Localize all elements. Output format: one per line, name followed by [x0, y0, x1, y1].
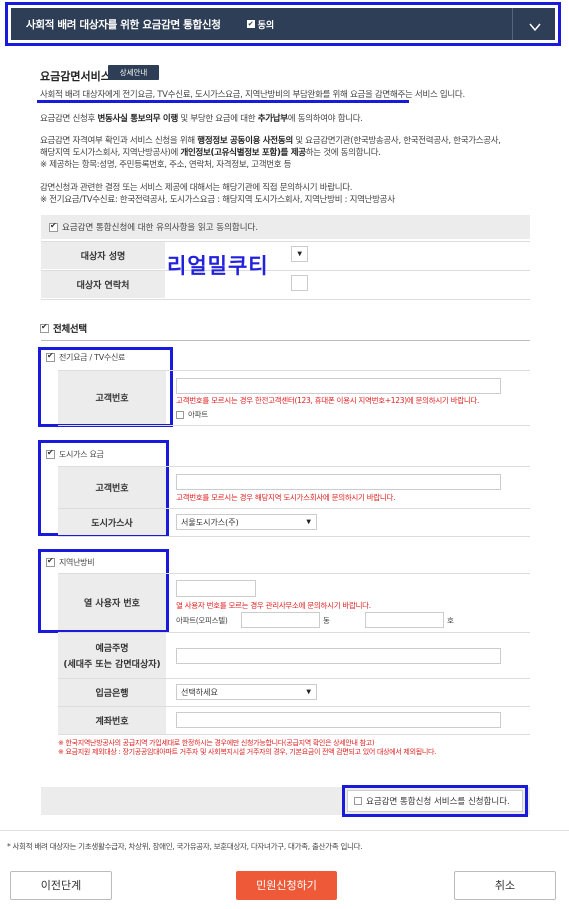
service-desc-1: 사회적 배려 대상자에게 전기요금, TV수신료, 도시가스요금, 지역난방비의… — [40, 90, 465, 100]
gas-customer-no-input[interactable] — [176, 474, 501, 490]
target-name-label: 대상자 성명 — [41, 242, 165, 269]
electric-apartment-row[interactable]: 아파트 — [176, 409, 208, 420]
desc-underline-highlight — [37, 100, 409, 103]
select-all-label: 전체선택 — [53, 324, 87, 335]
apply-label: 요금감면 통합신청 서비스를 신청합니다. — [366, 797, 510, 807]
service-desc-2: 요금감면 신청후 변동사실 통보의무 이행 및 부당한 요금에 대한 추가납부에… — [40, 114, 363, 124]
depositor-label: 예금주명 (세대주 또는 감면대상자) — [58, 633, 166, 678]
divider — [58, 536, 530, 537]
heating-user-no-label: 열 사용자 번호 — [58, 574, 166, 630]
gas-company-select[interactable]: 서울도시가스(주) — [176, 514, 317, 530]
depositor-input[interactable] — [176, 648, 501, 664]
divider — [41, 340, 530, 341]
heating-apt-label: 아파트(오피스텔) — [176, 616, 228, 625]
apartment-checkbox[interactable] — [176, 410, 184, 419]
footnote: * 사회적 배려 대상자는 기초생활수급자, 차상위, 장애인, 국가유공자, … — [7, 842, 363, 851]
header-agree-label: 동의 — [257, 20, 275, 31]
page-title: 사회적 배려 대상자를 위한 요금감면 통합신청 — [26, 18, 221, 31]
heating-section-label: 지역난방비 — [59, 558, 95, 567]
electric-section-label: 전기요금 / TV수신료 — [59, 353, 126, 362]
target-contact-input[interactable] — [291, 275, 308, 291]
heating-note-2: ※ 요금지원 제외대상 : 장기공공임대아파트 거주자 및 사회복지시설 거주자… — [58, 748, 437, 756]
gas-customer-no-label: 고객번호 — [58, 467, 166, 508]
header-agree-checkbox[interactable]: ✔ 동의 — [246, 18, 275, 31]
electric-section-row[interactable]: 전기요금 / TV수신료 — [46, 351, 126, 363]
electric-hint: 고객번호를 모르시는 경우 한전고객센터(123, 휴대폰 이용시 지역번호+1… — [176, 396, 480, 405]
header-divider — [512, 8, 513, 40]
heating-ho-label: 호 — [447, 616, 454, 625]
cancel-button[interactable]: 취소 — [454, 871, 556, 900]
service-desc-4-line2: ※ 전기요금/TV수신료: 한국전력공사, 도시가스요금 : 해당지역 도시가스… — [40, 195, 395, 205]
heating-ho-input[interactable] — [365, 612, 444, 628]
service-title: 요금감면서비스 — [40, 70, 111, 83]
electric-checkbox[interactable] — [46, 351, 55, 362]
account-label: 계좌번호 — [58, 707, 166, 734]
service-desc-3-line1: 요금감면 자격여부 확인과 서비스 신청을 위해 행정정보 공동이용 사전동의 … — [40, 136, 501, 146]
heating-hint: 열 사용자 번호를 모르는 경우 관리사무소에 문의하시기 바랍니다. — [176, 601, 371, 610]
target-contact-label: 대상자 연락처 — [41, 271, 165, 298]
consent-label: 요금감면 통합신청에 대한 유의사항을 읽고 동의합니다. — [62, 223, 259, 233]
gas-hint: 고객번호를 모르시는 경우 해당지역 도시가스회사에 문의하시기 바랍니다. — [176, 493, 396, 502]
depositor-label-line2: (세대주 또는 감면대상자) — [63, 660, 161, 670]
electric-customer-no-input[interactable] — [176, 378, 501, 394]
service-desc-4-line1: 감면신청과 관련한 결정 또는 서비스 제공에 대해서는 해당기관에 직접 문의… — [40, 183, 353, 193]
bank-select[interactable]: 선택하세요 — [176, 684, 317, 700]
heating-dong-input[interactable] — [241, 612, 320, 628]
heating-dong-label: 동 — [323, 616, 330, 625]
chevron-down-icon[interactable] — [528, 20, 542, 34]
bank-label: 입금은행 — [58, 679, 166, 706]
service-desc-3-line2: 해당지역 도시가스회사, 지역난방공사)에 개인정보(고유식별정보 포함)를 제… — [40, 148, 381, 158]
apply-checkbox-row[interactable]: 요금감면 통합신청 서비스를 신청합니다. — [347, 790, 523, 812]
heating-user-no-input[interactable] — [176, 580, 256, 597]
detail-info-button[interactable]: 상세안내 — [108, 65, 159, 80]
gas-section-row[interactable]: 도시가스 요금 — [46, 448, 104, 460]
target-name-select[interactable] — [291, 246, 308, 262]
apply-checkbox[interactable] — [354, 797, 362, 805]
divider — [58, 425, 530, 426]
submit-button[interactable]: 민원신청하기 — [236, 871, 337, 900]
heating-section-row[interactable]: 지역난방비 — [46, 556, 95, 568]
header-bar[interactable]: 사회적 배려 대상자를 위한 요금감면 통합신청 ✔ 동의 — [11, 8, 555, 40]
check-icon: ✔ — [246, 20, 255, 28]
gas-section-label: 도시가스 요금 — [59, 450, 104, 459]
electric-customer-no-label: 고객번호 — [58, 371, 166, 424]
divider — [41, 299, 530, 300]
apartment-label: 아파트 — [188, 410, 208, 419]
divider — [0, 830, 569, 831]
service-desc-3-line3: ※ 제공하는 항목:성명, 주민등록번호, 주소, 연락처, 자격정보, 고객번… — [40, 160, 292, 170]
heating-checkbox[interactable] — [46, 556, 55, 567]
consent-row[interactable]: 요금감면 통합신청에 대한 유의사항을 읽고 동의합니다. — [41, 215, 530, 239]
depositor-label-line1: 예금주명 — [95, 644, 129, 654]
gas-checkbox[interactable] — [46, 448, 55, 459]
watermark-text: 리얼밀쿠티 — [167, 254, 269, 278]
gas-company-label: 도시가스사 — [58, 509, 166, 535]
select-all-row[interactable]: 전체선택 — [40, 321, 87, 335]
select-all-checkbox[interactable] — [40, 322, 49, 333]
divider — [58, 734, 530, 735]
prev-button[interactable]: 이전단계 — [10, 871, 112, 900]
consent-checkbox[interactable] — [49, 221, 58, 232]
account-input[interactable] — [176, 712, 501, 728]
header-highlight: 사회적 배려 대상자를 위한 요금감면 통합신청 ✔ 동의 — [5, 2, 561, 46]
